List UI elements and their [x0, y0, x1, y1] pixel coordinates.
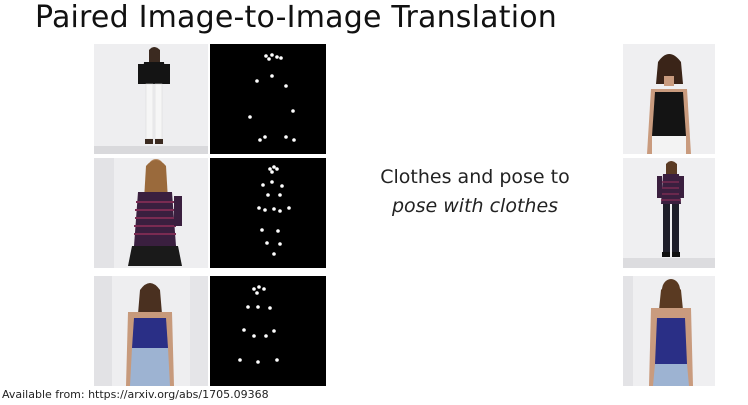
output-photo-striped-top — [623, 158, 715, 268]
pose-map-2 — [210, 158, 326, 268]
input-photo-striped-top — [94, 158, 208, 268]
input-photo-navy-top — [94, 276, 208, 386]
pose-map-3 — [210, 276, 326, 386]
slide-title: Paired Image-to-Image Translation — [35, 0, 558, 35]
output-photo-black-top — [623, 44, 715, 154]
pose-map-1 — [210, 44, 326, 154]
caption-line-1: Clothes and pose to — [380, 166, 570, 188]
slide-caption: Clothes and pose to pose with clothes — [340, 163, 610, 221]
output-photo-navy-top-back — [623, 276, 715, 386]
caption-line-2: pose with clothes — [391, 195, 559, 217]
source-citation: Available from: https://arxiv.org/abs/17… — [2, 388, 269, 401]
input-photo-black-top — [94, 44, 208, 154]
